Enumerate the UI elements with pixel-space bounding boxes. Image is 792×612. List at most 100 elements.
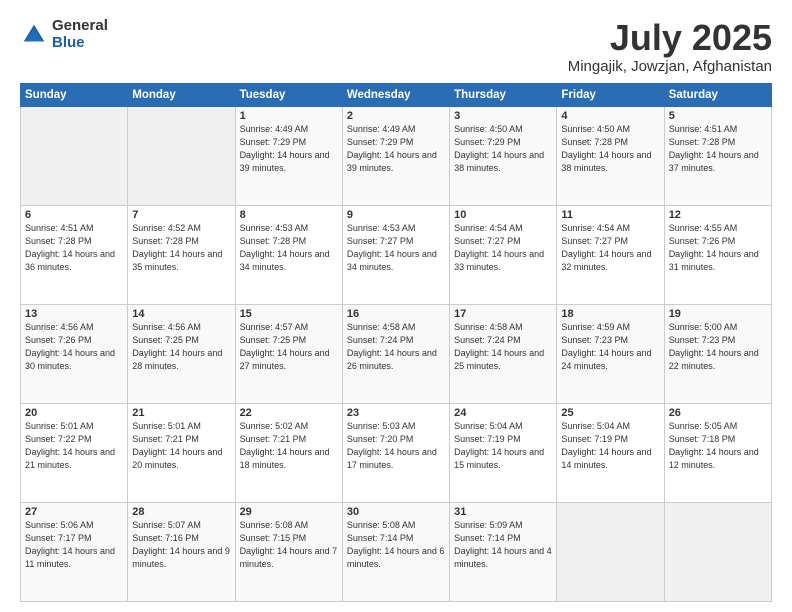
table-row: 17 Sunrise: 4:58 AMSunset: 7:24 PMDaylig…: [450, 304, 557, 403]
table-row: [557, 502, 664, 601]
day-number: 17: [454, 308, 552, 320]
day-info: Sunrise: 5:04 AMSunset: 7:19 PMDaylight:…: [454, 421, 544, 470]
calendar-week-row: 13 Sunrise: 4:56 AMSunset: 7:26 PMDaylig…: [21, 304, 772, 403]
day-number: 8: [240, 209, 338, 221]
day-number: 12: [669, 209, 767, 221]
day-number: 5: [669, 110, 767, 122]
day-info: Sunrise: 4:50 AMSunset: 7:28 PMDaylight:…: [561, 124, 651, 173]
table-row: [664, 502, 771, 601]
table-row: 2 Sunrise: 4:49 AMSunset: 7:29 PMDayligh…: [342, 106, 449, 205]
col-friday: Friday: [557, 83, 664, 106]
table-row: 31 Sunrise: 5:09 AMSunset: 7:14 PMDaylig…: [450, 502, 557, 601]
col-wednesday: Wednesday: [342, 83, 449, 106]
table-row: 13 Sunrise: 4:56 AMSunset: 7:26 PMDaylig…: [21, 304, 128, 403]
header: General Blue July 2025 Mingajik, Jowzjan…: [20, 18, 772, 75]
day-info: Sunrise: 4:59 AMSunset: 7:23 PMDaylight:…: [561, 322, 651, 371]
day-info: Sunrise: 5:04 AMSunset: 7:19 PMDaylight:…: [561, 421, 651, 470]
calendar-week-row: 27 Sunrise: 5:06 AMSunset: 7:17 PMDaylig…: [21, 502, 772, 601]
col-saturday: Saturday: [664, 83, 771, 106]
title-month: July 2025: [568, 18, 772, 58]
col-monday: Monday: [128, 83, 235, 106]
table-row: 19 Sunrise: 5:00 AMSunset: 7:23 PMDaylig…: [664, 304, 771, 403]
day-number: 24: [454, 407, 552, 419]
table-row: 12 Sunrise: 4:55 AMSunset: 7:26 PMDaylig…: [664, 205, 771, 304]
day-info: Sunrise: 4:56 AMSunset: 7:26 PMDaylight:…: [25, 322, 115, 371]
table-row: 20 Sunrise: 5:01 AMSunset: 7:22 PMDaylig…: [21, 403, 128, 502]
day-number: 15: [240, 308, 338, 320]
logo-icon: [20, 21, 48, 49]
table-row: 11 Sunrise: 4:54 AMSunset: 7:27 PMDaylig…: [557, 205, 664, 304]
day-number: 3: [454, 110, 552, 122]
day-number: 16: [347, 308, 445, 320]
day-number: 4: [561, 110, 659, 122]
day-info: Sunrise: 5:01 AMSunset: 7:22 PMDaylight:…: [25, 421, 115, 470]
day-info: Sunrise: 4:50 AMSunset: 7:29 PMDaylight:…: [454, 124, 544, 173]
day-info: Sunrise: 5:01 AMSunset: 7:21 PMDaylight:…: [132, 421, 222, 470]
title-block: July 2025 Mingajik, Jowzjan, Afghanistan: [568, 18, 772, 75]
day-info: Sunrise: 5:00 AMSunset: 7:23 PMDaylight:…: [669, 322, 759, 371]
day-info: Sunrise: 5:02 AMSunset: 7:21 PMDaylight:…: [240, 421, 330, 470]
table-row: 3 Sunrise: 4:50 AMSunset: 7:29 PMDayligh…: [450, 106, 557, 205]
day-info: Sunrise: 4:55 AMSunset: 7:26 PMDaylight:…: [669, 223, 759, 272]
table-row: 24 Sunrise: 5:04 AMSunset: 7:19 PMDaylig…: [450, 403, 557, 502]
table-row: 28 Sunrise: 5:07 AMSunset: 7:16 PMDaylig…: [128, 502, 235, 601]
table-row: 26 Sunrise: 5:05 AMSunset: 7:18 PMDaylig…: [664, 403, 771, 502]
table-row: 7 Sunrise: 4:52 AMSunset: 7:28 PMDayligh…: [128, 205, 235, 304]
table-row: 29 Sunrise: 5:08 AMSunset: 7:15 PMDaylig…: [235, 502, 342, 601]
day-info: Sunrise: 4:54 AMSunset: 7:27 PMDaylight:…: [561, 223, 651, 272]
calendar-week-row: 20 Sunrise: 5:01 AMSunset: 7:22 PMDaylig…: [21, 403, 772, 502]
day-number: 2: [347, 110, 445, 122]
table-row: 4 Sunrise: 4:50 AMSunset: 7:28 PMDayligh…: [557, 106, 664, 205]
day-number: 7: [132, 209, 230, 221]
calendar-week-row: 1 Sunrise: 4:49 AMSunset: 7:29 PMDayligh…: [21, 106, 772, 205]
calendar-header-row: Sunday Monday Tuesday Wednesday Thursday…: [21, 83, 772, 106]
col-sunday: Sunday: [21, 83, 128, 106]
day-number: 19: [669, 308, 767, 320]
day-info: Sunrise: 5:08 AMSunset: 7:15 PMDaylight:…: [240, 520, 338, 569]
logo-blue: Blue: [52, 35, 108, 52]
day-info: Sunrise: 4:54 AMSunset: 7:27 PMDaylight:…: [454, 223, 544, 272]
day-info: Sunrise: 4:56 AMSunset: 7:25 PMDaylight:…: [132, 322, 222, 371]
table-row: 10 Sunrise: 4:54 AMSunset: 7:27 PMDaylig…: [450, 205, 557, 304]
day-number: 20: [25, 407, 123, 419]
day-number: 10: [454, 209, 552, 221]
day-number: 22: [240, 407, 338, 419]
calendar-week-row: 6 Sunrise: 4:51 AMSunset: 7:28 PMDayligh…: [21, 205, 772, 304]
day-info: Sunrise: 4:53 AMSunset: 7:27 PMDaylight:…: [347, 223, 437, 272]
table-row: 27 Sunrise: 5:06 AMSunset: 7:17 PMDaylig…: [21, 502, 128, 601]
logo-text: General Blue: [52, 18, 108, 51]
day-number: 21: [132, 407, 230, 419]
day-number: 18: [561, 308, 659, 320]
calendar-table: Sunday Monday Tuesday Wednesday Thursday…: [20, 83, 772, 602]
day-info: Sunrise: 4:51 AMSunset: 7:28 PMDaylight:…: [669, 124, 759, 173]
day-number: 31: [454, 506, 552, 518]
title-location: Mingajik, Jowzjan, Afghanistan: [568, 58, 772, 75]
day-info: Sunrise: 4:53 AMSunset: 7:28 PMDaylight:…: [240, 223, 330, 272]
day-info: Sunrise: 4:49 AMSunset: 7:29 PMDaylight:…: [240, 124, 330, 173]
day-info: Sunrise: 4:51 AMSunset: 7:28 PMDaylight:…: [25, 223, 115, 272]
table-row: 9 Sunrise: 4:53 AMSunset: 7:27 PMDayligh…: [342, 205, 449, 304]
table-row: 25 Sunrise: 5:04 AMSunset: 7:19 PMDaylig…: [557, 403, 664, 502]
day-info: Sunrise: 5:07 AMSunset: 7:16 PMDaylight:…: [132, 520, 230, 569]
day-info: Sunrise: 5:05 AMSunset: 7:18 PMDaylight:…: [669, 421, 759, 470]
day-number: 14: [132, 308, 230, 320]
table-row: 5 Sunrise: 4:51 AMSunset: 7:28 PMDayligh…: [664, 106, 771, 205]
day-number: 26: [669, 407, 767, 419]
logo: General Blue: [20, 18, 108, 51]
day-info: Sunrise: 5:09 AMSunset: 7:14 PMDaylight:…: [454, 520, 552, 569]
day-number: 30: [347, 506, 445, 518]
day-info: Sunrise: 4:49 AMSunset: 7:29 PMDaylight:…: [347, 124, 437, 173]
col-tuesday: Tuesday: [235, 83, 342, 106]
day-info: Sunrise: 5:03 AMSunset: 7:20 PMDaylight:…: [347, 421, 437, 470]
day-number: 25: [561, 407, 659, 419]
day-number: 28: [132, 506, 230, 518]
table-row: 21 Sunrise: 5:01 AMSunset: 7:21 PMDaylig…: [128, 403, 235, 502]
day-info: Sunrise: 4:52 AMSunset: 7:28 PMDaylight:…: [132, 223, 222, 272]
table-row: 1 Sunrise: 4:49 AMSunset: 7:29 PMDayligh…: [235, 106, 342, 205]
day-number: 6: [25, 209, 123, 221]
day-number: 23: [347, 407, 445, 419]
table-row: 30 Sunrise: 5:08 AMSunset: 7:14 PMDaylig…: [342, 502, 449, 601]
table-row: [21, 106, 128, 205]
day-number: 1: [240, 110, 338, 122]
day-number: 29: [240, 506, 338, 518]
